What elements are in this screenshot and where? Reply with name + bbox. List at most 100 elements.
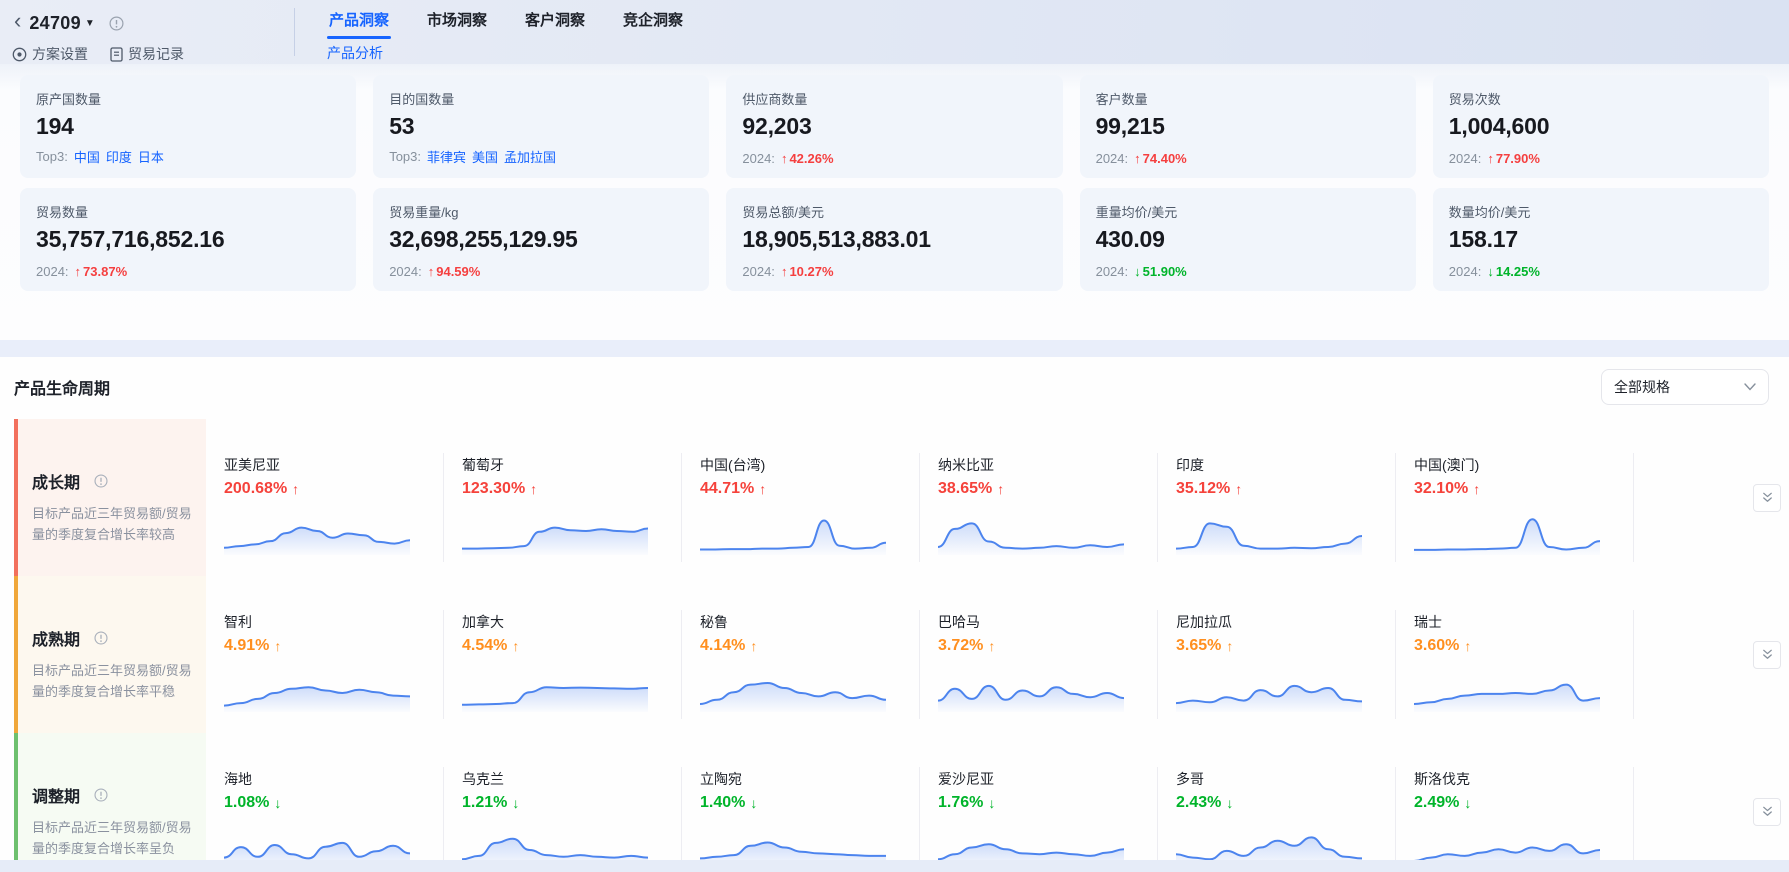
percent-value: 3.65% [1176, 637, 1221, 655]
trend-percent: 10.27% [789, 264, 833, 279]
info-icon[interactable] [94, 474, 108, 488]
top3-country-link[interactable]: 日本 [138, 147, 164, 166]
top3-country-link[interactable]: 美国 [472, 147, 498, 166]
stat-label: 贸易重量/kg [389, 202, 693, 221]
stage-row-mature: 成熟期目标产品近三年贸易额/贸易量的季度复合增长率平稳智利4.91%↑加拿大4.… [14, 576, 1789, 733]
trend-value: ↑74.40% [1134, 151, 1187, 166]
country-name: 爱沙尼亚 [938, 769, 1158, 789]
quick-link-label: 方案设置 [32, 44, 88, 64]
stat-footer-prefix: 2024: [389, 264, 422, 279]
stat-footer-prefix: 2024: [1449, 264, 1482, 279]
stat-footer-prefix: 2024: [36, 264, 69, 279]
tab-product-insight[interactable]: 产品洞察 [327, 5, 391, 39]
arrow-down-icon: ↓ [512, 795, 519, 811]
percent-value: 200.68% [224, 480, 287, 498]
trend-sparkline [700, 662, 886, 712]
arrow-up-icon: ↑ [1235, 481, 1242, 497]
country-percent: 1.40% ↓ [700, 794, 920, 812]
info-icon[interactable] [109, 16, 124, 31]
stat-card-7: 贸易总额/美元 18,905,513,883.01 2024: ↑10.27% [726, 188, 1062, 291]
top3-country-link[interactable]: 孟加拉国 [504, 147, 556, 166]
country-percent: 4.54%↑ [462, 637, 682, 655]
country-name: 印度 [1176, 455, 1396, 475]
country-name: 乌克兰 [462, 769, 682, 789]
country-trend-card: 斯洛伐克2.49%↓ [1396, 733, 1634, 872]
arrow-up-icon: ↑ [988, 638, 995, 654]
stat-card-6: 贸易重量/kg32,698,255,129.952024:↑94.59% [373, 188, 709, 291]
top3-country-link[interactable]: 中国 [74, 147, 100, 166]
trend-sparkline [1176, 505, 1362, 555]
arrow-up-icon: ↑ [781, 264, 788, 279]
percent-value: 2.43% [1176, 794, 1221, 812]
country-percent: 200.68% ↑ [224, 480, 444, 498]
expand-row-button[interactable] [1753, 798, 1781, 826]
percent-value: 1.21% [462, 794, 507, 812]
arrow-up-icon: ↑ [530, 481, 537, 497]
stat-value: 18,905,513,883.01 [742, 226, 1046, 253]
arrow-up-icon: ↑ [1464, 638, 1471, 654]
expand-row-button[interactable] [1753, 484, 1781, 512]
info-icon[interactable] [94, 788, 108, 802]
arrow-down-icon: ↓ [988, 795, 995, 811]
expand-row-button[interactable] [1753, 641, 1781, 669]
quick-link-trade-records[interactable]: 贸易记录 [110, 44, 184, 64]
stat-footer: 2024:↑94.59% [389, 264, 693, 279]
country-trend-card: 乌克兰 1.21% ↓ [444, 733, 682, 872]
percent-value: 35.12% [1176, 480, 1230, 498]
stat-footer: 2024: ↓14.25% [1449, 264, 1753, 279]
tab-competitor-insight[interactable]: 竞企洞察 [621, 5, 685, 39]
trend-value: ↓14.25% [1487, 264, 1540, 279]
stat-value: 53 [389, 113, 693, 140]
arrow-down-icon: ↓ [1487, 264, 1494, 279]
trend-value: ↑73.87% [75, 264, 128, 279]
stat-label: 供应商数量 [742, 89, 1046, 108]
arrow-up-icon: ↑ [997, 481, 1004, 497]
arrow-down-icon: ↓ [750, 795, 757, 811]
tab-market-insight[interactable]: 市场洞察 [425, 5, 489, 39]
trend-percent: 77.90% [1496, 151, 1540, 166]
double-chevron-down-icon [1761, 491, 1774, 504]
stat-value: 92,203 [742, 113, 1046, 140]
stat-label: 贸易总额/美元 [742, 202, 1046, 221]
top3-country-link[interactable]: 菲律宾 [427, 147, 466, 166]
arrow-down-icon: ↓ [1134, 264, 1141, 279]
country-name: 巴哈马 [938, 612, 1158, 632]
stat-footer-prefix: 2024: [1449, 151, 1482, 166]
stat-value: 430.09 [1096, 226, 1400, 253]
quick-link-plan-settings[interactable]: 方案设置 [12, 44, 88, 64]
stat-card-8: 重量均价/美元430.092024:↓51.90% [1080, 188, 1416, 291]
chevron-down-icon [1744, 383, 1756, 391]
stat-value: 99,215 [1096, 113, 1400, 140]
arrow-up-icon: ↑ [292, 481, 299, 497]
country-percent: 3.60%↑ [1414, 637, 1634, 655]
plan-id-title[interactable]: 24709 [29, 13, 81, 34]
quick-link-label: 贸易记录 [128, 44, 184, 64]
stage-card: 调整期目标产品近三年贸易额/贸易量的季度复合增长率呈负 [14, 733, 206, 872]
tab-product-analysis[interactable]: 产品分析 [327, 45, 383, 61]
arrow-up-icon: ↑ [759, 481, 766, 497]
stat-card-0: 原产国数量194Top3:中国印度日本 [20, 75, 356, 178]
stage-card: 成熟期目标产品近三年贸易额/贸易量的季度复合增长率平稳 [14, 576, 206, 733]
bottom-band [0, 860, 1789, 872]
trend-percent: 73.87% [83, 264, 127, 279]
lifecycle-title: 产品生命周期 [14, 375, 110, 399]
stat-label: 目的国数量 [389, 89, 693, 108]
document-icon [110, 47, 123, 62]
country-percent: 3.72%↑ [938, 637, 1158, 655]
arrow-down-icon: ↓ [1226, 795, 1233, 811]
arrow-up-icon: ↑ [75, 264, 82, 279]
caret-down-icon[interactable]: ▼ [85, 18, 95, 29]
country-trend-card: 爱沙尼亚 1.76%↓ [920, 733, 1158, 872]
top3-country-link[interactable]: 印度 [106, 147, 132, 166]
lifecycle-rows: 成长期目标产品近三年贸易额/贸易量的季度复合增长率较高亚美尼亚200.68%↑葡… [14, 419, 1789, 872]
tab-customer-insight[interactable]: 客户洞察 [523, 5, 587, 39]
back-button[interactable]: ‹ [12, 11, 23, 35]
info-icon[interactable] [94, 631, 108, 645]
stat-footer-prefix: 2024: [742, 264, 775, 279]
spec-filter-select[interactable]: 全部规格 [1601, 369, 1769, 405]
country-percent: 1.76%↓ [938, 794, 1158, 812]
arrow-up-icon: ↑ [781, 151, 788, 166]
percent-value: 1.40% [700, 794, 745, 812]
country-name: 中国(澳门) [1414, 455, 1634, 475]
stage-name: 成熟期 [32, 626, 192, 650]
